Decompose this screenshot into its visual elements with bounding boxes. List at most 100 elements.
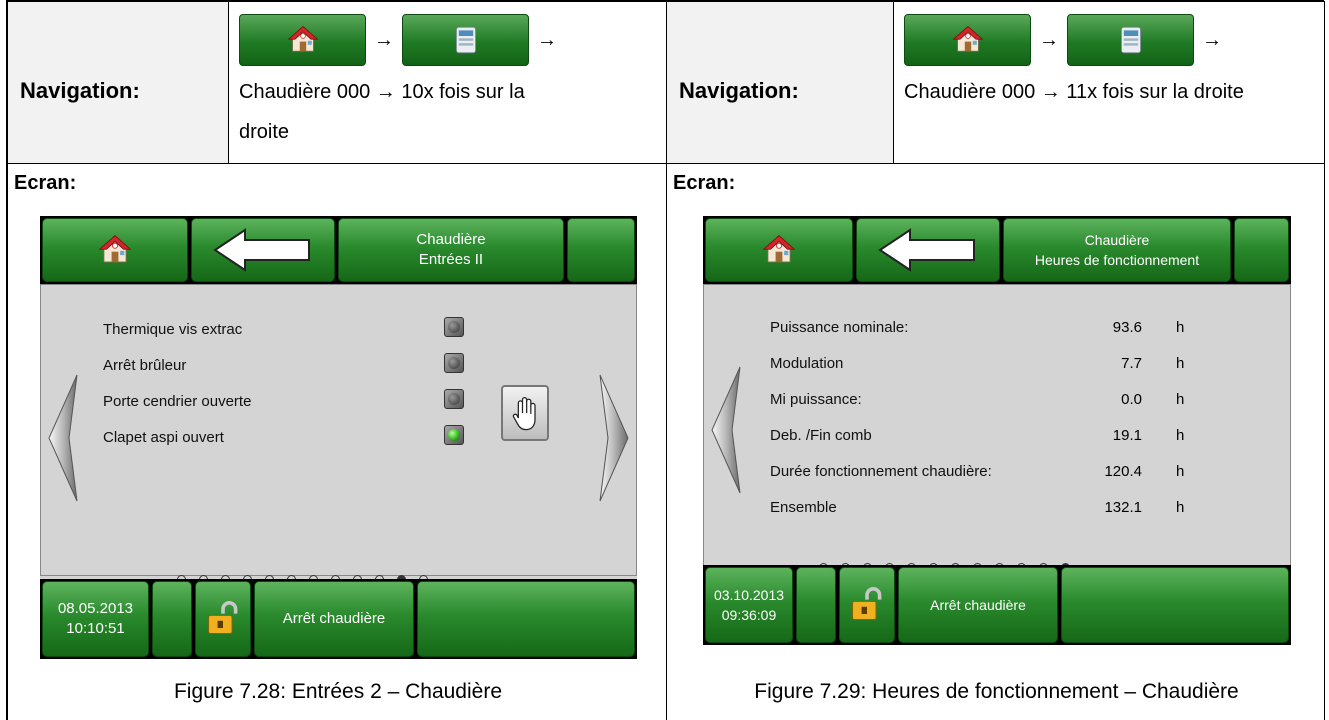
nav-content-cell-right: → → Chaudière 000 → 11x fois sur la droi…: [893, 1, 1325, 164]
chevron-left-icon[interactable]: [47, 373, 79, 503]
time-text: 10:10:51: [66, 620, 125, 637]
nav-content-cell-left: → → Chaudière 000 → 10x fois sur la droi…: [228, 1, 667, 164]
input-row-label: Thermique vis extrac: [103, 321, 243, 338]
datetime-display: 03.10.2013 09:36:09: [705, 567, 793, 643]
status-led-off: [444, 353, 464, 373]
empty-button[interactable]: [417, 581, 635, 657]
hours-value: 7.7: [1121, 355, 1142, 372]
empty-button[interactable]: [1234, 218, 1289, 282]
screen-top-bar: Chaudière Entrées II: [40, 216, 637, 284]
date-text: 08.05.2013: [57, 600, 134, 617]
screen-title-line2: Entrées II: [418, 251, 484, 268]
ecran-label: Ecran:: [14, 172, 77, 194]
figure-caption: Figure 7.29: Heures de fonctionnement – …: [754, 680, 1239, 703]
lock-button[interactable]: [195, 581, 251, 657]
boiler-status: Arrêt chaudière: [898, 567, 1058, 643]
arrow-icon: →: [1202, 28, 1222, 51]
nav-label-cell-right: Navigation:: [666, 1, 894, 164]
hours-unit: h: [1176, 499, 1185, 516]
manual-mode-button[interactable]: [501, 385, 549, 441]
home-icon: [762, 233, 796, 267]
nav-icons-row: → →: [239, 14, 565, 66]
navigation-label: Navigation:: [20, 78, 140, 103]
screen-top-bar: Chaudière Heures de fonctionnement: [703, 216, 1291, 284]
screen-title-line2: Heures de fonctionnement: [1034, 252, 1200, 268]
unlock-icon: [205, 601, 241, 637]
arrow-icon: →: [537, 28, 557, 51]
chevron-left-icon[interactable]: [710, 365, 742, 495]
screen-bottom-bar: 03.10.2013 09:36:09 Arrêt chaudière: [703, 565, 1291, 645]
status-led-off: [444, 389, 464, 409]
arrow-icon: →: [374, 28, 394, 51]
boiler-status: Arrêt chaudière: [254, 581, 414, 657]
screen-content-panel: Puissance nominale: Modulation Mi puissa…: [703, 284, 1291, 566]
empty-button[interactable]: [152, 581, 192, 657]
hours-unit: h: [1176, 391, 1185, 408]
document-table: Navigation: → → Chaudière 000 → 10x fois…: [6, 0, 1325, 720]
screen-content-panel: Thermique vis extrac Arrêt brûleur Porte…: [40, 284, 637, 576]
hours-value: 120.4: [1104, 463, 1142, 480]
hours-unit: h: [1176, 463, 1185, 480]
navigation-label: Navigation:: [679, 78, 799, 103]
hours-value: 0.0: [1121, 391, 1142, 408]
nav-instruction-line2: droite: [239, 121, 290, 143]
lock-button[interactable]: [839, 567, 895, 643]
figure-caption: Figure 7.28: Entrées 2 – Chaudière: [173, 680, 503, 703]
unlock-icon: [849, 587, 885, 623]
nav-label-cell-left: Navigation:: [7, 1, 229, 164]
home-icon: [98, 233, 132, 267]
ecran-label: Ecran:: [673, 172, 736, 194]
controller-screen: Chaudière Entrées II Thermique vis extra…: [40, 216, 637, 659]
nav-instruction-line1: Chaudière 000 → 10x fois sur la: [239, 81, 525, 103]
nav-icons-row: → →: [904, 14, 1230, 66]
arrow-icon: →: [1039, 28, 1059, 51]
date-text: 03.10.2013: [713, 587, 785, 603]
hours-row-label: Durée fonctionnement chaudière:: [770, 463, 992, 480]
hours-row-label: Deb. /Fin comb: [770, 427, 872, 444]
screen-title-line1: Chaudière: [416, 231, 486, 248]
display-icon: [1115, 24, 1147, 56]
hours-value: 19.1: [1112, 427, 1142, 444]
display-icon: [450, 24, 482, 56]
home-button[interactable]: [705, 218, 853, 282]
display-button-thumb: [1067, 14, 1194, 66]
empty-button[interactable]: [567, 218, 635, 282]
back-arrow-icon: [878, 228, 978, 272]
empty-button[interactable]: [1061, 567, 1289, 643]
hours-unit: h: [1176, 319, 1185, 336]
empty-button[interactable]: [796, 567, 836, 643]
back-arrow-icon: [213, 228, 313, 272]
back-button[interactable]: [191, 218, 335, 282]
time-text: 09:36:09: [721, 607, 777, 623]
hours-value: 132.1: [1104, 499, 1142, 516]
hand-icon: [508, 393, 542, 433]
ecran-cell-left: Ecran: Chaudière Entrées II Thermique vi…: [7, 163, 667, 720]
home-button-thumb: [239, 14, 366, 66]
hours-row-label: Mi puissance:: [770, 391, 862, 408]
home-icon: [287, 24, 319, 56]
status-led-off: [444, 317, 464, 337]
ecran-cell-right: Ecran: Chaudière Heures de fonctionnemen…: [666, 163, 1325, 720]
input-row-label: Arrêt brûleur: [103, 357, 187, 374]
screen-title: Chaudière Entrées II: [338, 218, 564, 282]
hours-row-label: Ensemble: [770, 499, 837, 516]
hours-unit: h: [1176, 427, 1185, 444]
hours-value: 93.6: [1112, 319, 1142, 336]
chevron-right-icon[interactable]: [598, 373, 630, 503]
nav-instruction: Chaudière 000 → 11x fois sur la droite: [904, 81, 1244, 103]
hours-row-label: Modulation: [770, 355, 844, 372]
back-button[interactable]: [856, 218, 1000, 282]
input-row-label: Porte cendrier ouverte: [103, 393, 252, 410]
screen-title: Chaudière Heures de fonctionnement: [1003, 218, 1231, 282]
datetime-display: 08.05.2013 10:10:51: [42, 581, 149, 657]
input-row-label: Clapet aspi ouvert: [103, 429, 224, 446]
controller-screen: Chaudière Heures de fonctionnement Puiss…: [703, 216, 1291, 645]
home-button-thumb: [904, 14, 1031, 66]
hours-unit: h: [1176, 355, 1185, 372]
hours-row-label: Puissance nominale:: [770, 319, 909, 336]
status-led-on: [444, 425, 464, 445]
display-button-thumb: [402, 14, 529, 66]
home-button[interactable]: [42, 218, 188, 282]
screen-title-line1: Chaudière: [1084, 232, 1150, 248]
home-icon: [952, 24, 984, 56]
